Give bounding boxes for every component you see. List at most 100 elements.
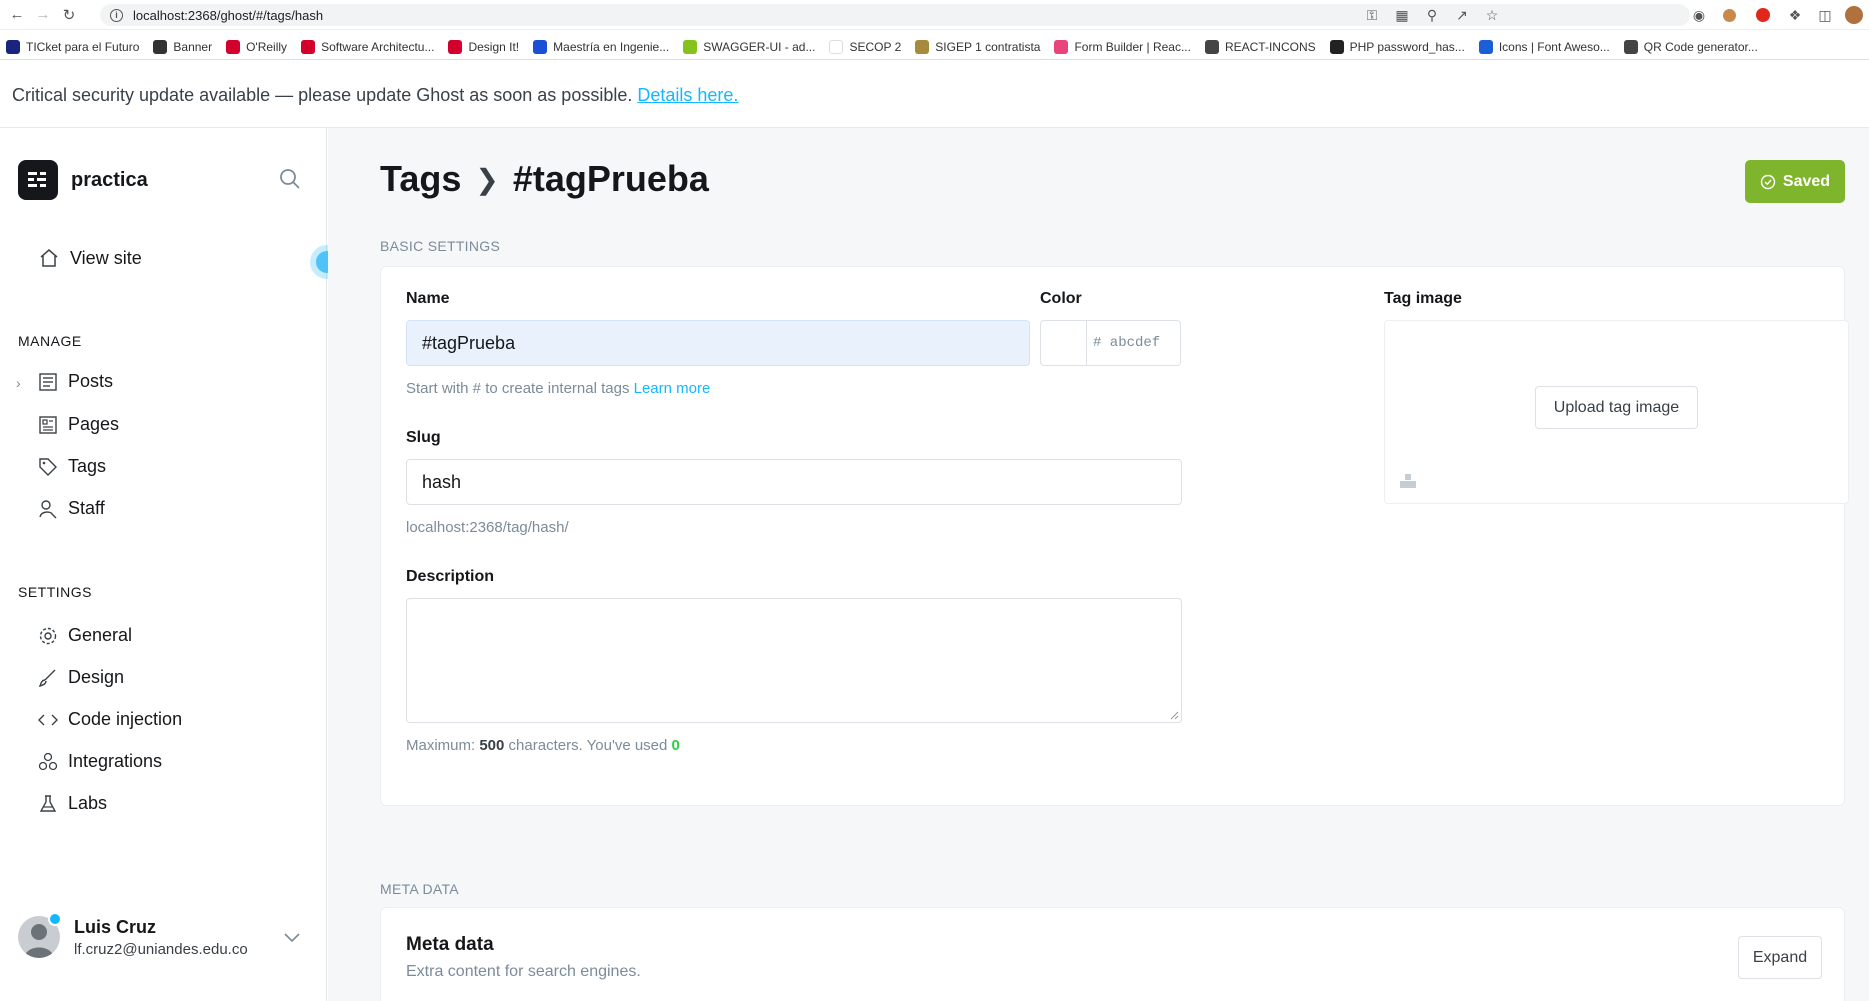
name-hint-text: Start with # to create internal tags	[406, 380, 630, 397]
breadcrumb-tags-link[interactable]: Tags	[380, 158, 461, 200]
chevron-right-icon[interactable]: ›	[16, 375, 21, 391]
sidebar-item-label: Pages	[68, 414, 120, 434]
puzzle-icon[interactable]: ❖	[1786, 6, 1804, 24]
main-content: Tags ❯ #tagPrueba Saved BASIC SETTINGS N…	[328, 128, 1869, 1001]
meta-data-section-title: META DATA	[380, 881, 459, 897]
meta-data-title: Meta data	[406, 934, 494, 955]
translate-icon[interactable]: ▦	[1394, 7, 1410, 23]
sidebar-item-staff[interactable]: Staff	[38, 498, 105, 519]
bookmark-label: SWAGGER-UI - ad...	[703, 39, 816, 54]
bookmark-label: O'Reilly	[246, 39, 288, 54]
bookmark-item[interactable]: QR Code generator...	[1623, 39, 1758, 54]
extension-opera-icon[interactable]	[1754, 6, 1772, 24]
forward-arrow-icon[interactable]: →	[34, 6, 52, 24]
extension-cookie-icon[interactable]	[1720, 6, 1738, 24]
tag-icon	[39, 457, 57, 476]
sidebar-item-posts[interactable]: Posts	[38, 371, 113, 392]
description-textarea[interactable]	[406, 598, 1182, 723]
sidebar-item-general[interactable]: General	[38, 625, 132, 646]
bookmark-item[interactable]: O'Reilly	[226, 39, 288, 54]
site-brand[interactable]: practica	[18, 160, 148, 200]
notification-dot	[48, 912, 62, 926]
sidebar-item-design[interactable]: Design	[38, 667, 124, 688]
view-site-link[interactable]: View site	[38, 247, 142, 269]
extension-icon[interactable]: ◉	[1690, 6, 1708, 24]
expand-button[interactable]: Expand	[1738, 936, 1822, 979]
address-url[interactable]: localhost:2368/ghost/#/tags/hash	[133, 8, 323, 23]
site-info-icon[interactable]: i	[110, 8, 123, 22]
share-icon[interactable]: ↗	[1454, 7, 1470, 23]
bookmark-item[interactable]: Software Architectu...	[301, 39, 434, 54]
bookmark-item[interactable]: Design It!	[448, 39, 519, 54]
bookmark-item[interactable]: SECOP 2	[829, 39, 902, 54]
brush-icon	[38, 669, 56, 687]
user-name: Luis Cruz	[74, 916, 157, 937]
name-input[interactable]: #tagPrueba	[406, 320, 1030, 366]
bookmark-item[interactable]: Banner	[153, 39, 212, 54]
bookmark-item[interactable]: REACT-INCONS	[1204, 39, 1316, 54]
home-icon	[40, 249, 58, 267]
back-arrow-icon[interactable]: ←	[8, 6, 26, 24]
desc-hint-mid: characters. You've used	[508, 737, 668, 754]
name-label: Name	[406, 290, 450, 307]
slug-label: Slug	[406, 429, 441, 446]
color-input[interactable]: # abcdef	[1086, 320, 1181, 366]
bookmark-star-icon[interactable]: ☆	[1484, 7, 1500, 23]
globe-favicon	[1623, 39, 1638, 54]
bookmark-item[interactable]: Form Builder | Reac...	[1054, 39, 1191, 54]
name-hint: Start with # to create internal tags Lea…	[406, 380, 710, 397]
bookmark-label: SIGEP 1 contratista	[935, 39, 1041, 54]
tag-image-dropzone[interactable]: Upload tag image	[1384, 320, 1849, 504]
bookmark-item[interactable]: Maestría en Ingenie...	[533, 39, 670, 54]
description-hint: Maximum: 500 characters. You've used 0	[406, 737, 680, 754]
oreilly-favicon	[226, 39, 241, 54]
desc-hint-prefix: Maximum:	[406, 737, 476, 754]
zoom-icon[interactable]: ⚲	[1424, 7, 1440, 23]
sidebar-item-label: General	[68, 625, 133, 645]
sigep-favicon	[915, 39, 930, 54]
description-label: Description	[406, 568, 495, 585]
sidebar-item-tags[interactable]: Tags	[38, 456, 106, 477]
oreilly-favicon	[448, 39, 463, 54]
resize-handle-icon[interactable]	[1169, 710, 1179, 720]
manage-heading: MANAGE	[18, 333, 82, 349]
bookmark-item[interactable]: TICket para el Futuro	[6, 39, 139, 54]
sidebar-item-integrations[interactable]: Integrations	[38, 751, 162, 772]
code-icon	[38, 714, 58, 725]
bookmark-label: REACT-INCONS	[1224, 39, 1316, 54]
side-panel-icon[interactable]: ◫	[1816, 6, 1834, 24]
user-email: lf.cruz2@uniandes.edu.co	[74, 940, 248, 958]
slug-input[interactable]: hash	[406, 459, 1182, 505]
image-placeholder-icon	[1400, 474, 1416, 488]
sidebar-item-label: Design	[68, 667, 125, 687]
color-swatch[interactable]	[1040, 320, 1086, 366]
gear-icon	[39, 627, 57, 644]
alert-details-link[interactable]: Details here.	[637, 85, 738, 106]
bookmark-label: Form Builder | Reac...	[1074, 39, 1191, 54]
learn-more-link[interactable]: Learn more	[634, 380, 711, 397]
user-menu[interactable]: Luis Cruz lf.cruz2@uniandes.edu.co	[18, 912, 248, 958]
ticket-favicon	[6, 39, 20, 54]
bookmark-label: Maestría en Ingenie...	[553, 39, 670, 54]
bookmark-item[interactable]: SWAGGER-UI - ad...	[683, 39, 816, 54]
bookmark-item[interactable]: SIGEP 1 contratista	[915, 39, 1041, 54]
desc-max-count: 500	[479, 737, 505, 754]
saved-button[interactable]: Saved	[1745, 160, 1845, 203]
sidebar-item-code-injection[interactable]: Code injection	[38, 709, 182, 730]
sidebar-item-label: Integrations	[68, 751, 163, 771]
address-bar[interactable]: i localhost:2368/ghost/#/tags/hash ⚿ ▦ ⚲…	[100, 4, 1690, 26]
profile-avatar[interactable]	[1845, 6, 1863, 24]
bookmark-item[interactable]: PHP password_has...	[1329, 39, 1465, 54]
sidebar-item-labs[interactable]: Labs	[38, 793, 107, 814]
upload-tag-image-button[interactable]: Upload tag image	[1535, 386, 1698, 429]
reload-icon[interactable]: ↻	[60, 6, 78, 24]
key-icon[interactable]: ⚿	[1364, 7, 1380, 23]
chevron-down-icon[interactable]	[283, 931, 301, 943]
color-label: Color	[1040, 290, 1082, 307]
secop-favicon	[829, 39, 844, 54]
sidebar-item-label: Posts	[68, 371, 114, 391]
bookmark-item[interactable]: Icons | Font Aweso...	[1478, 39, 1610, 54]
bookmark-label: SECOP 2	[849, 39, 902, 54]
search-icon[interactable]	[279, 168, 301, 190]
sidebar-item-pages[interactable]: Pages	[38, 414, 119, 435]
